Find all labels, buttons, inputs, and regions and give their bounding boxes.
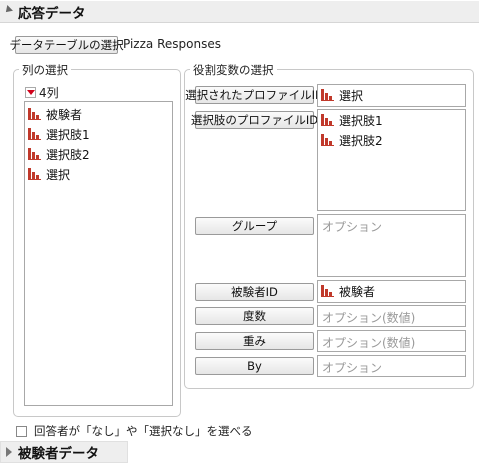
subject-data-header[interactable]: 被験者データ [0,441,128,463]
by-placeholder: オプション [322,361,383,375]
none-option-row[interactable]: 回答者が「なし」や「選択なし」を選べる [16,423,253,439]
weight-button[interactable]: 重み [195,332,314,350]
by-button[interactable]: By [195,357,314,375]
select-columns-label: 列の選択 [19,62,71,78]
list-item[interactable]: 選択 [25,164,172,184]
weight-field[interactable]: オプション(数値) [317,330,466,352]
nominal-bar-chart-icon [28,148,41,160]
by-field[interactable]: オプション [317,355,466,377]
column-count-row: 4列 [25,84,59,101]
chosen-profile-id-field[interactable]: 選択 [317,84,466,107]
select-data-table-button[interactable]: データテーブルの選択 [9,36,124,54]
column-list[interactable]: 被験者 選択肢1 選択肢2 選択 [24,101,173,406]
list-item[interactable]: 選択肢1 [25,124,172,144]
grouping-button[interactable]: グループ [195,217,314,235]
grouping-placeholder: オプション [322,220,383,234]
list-item[interactable]: 被験者 [25,104,172,124]
response-data-title: 応答データ [18,5,86,22]
none-option-label: 回答者が「なし」や「選択なし」を選べる [34,424,253,438]
list-item[interactable]: 選択 [318,85,465,105]
nominal-bar-chart-icon [321,89,334,101]
freq-button[interactable]: 度数 [195,307,314,325]
nominal-bar-chart-icon [321,285,334,297]
subject-id-field[interactable]: 被験者 [317,280,466,303]
chosen-profile-id-button[interactable]: 選択されたプロファイルID [185,86,324,104]
nominal-bar-chart-icon [28,128,41,140]
response-data-header[interactable]: 応答データ [0,1,479,23]
nominal-bar-chart-icon [321,114,334,126]
list-item[interactable]: 選択肢1 [318,110,465,130]
choice-profile-id-button[interactable]: 選択肢のプロファイルID [191,111,318,129]
nominal-bar-chart-icon [28,108,41,120]
list-item[interactable]: 選択肢2 [25,144,172,164]
data-table-name: Pizza Responses [123,37,221,51]
freq-field[interactable]: オプション(数値) [317,305,466,327]
disclosure-closed-icon[interactable] [6,447,12,457]
grouping-field[interactable]: オプション [317,214,466,277]
weight-placeholder: オプション(数値) [322,336,416,350]
nominal-bar-chart-icon [321,134,334,146]
disclosure-open-icon[interactable] [3,5,13,15]
column-count-label: 4列 [39,86,59,100]
nominal-bar-chart-icon [28,168,41,180]
freq-placeholder: オプション(数値) [322,311,416,325]
none-option-checkbox[interactable] [16,425,27,437]
red-triangle-menu-icon[interactable] [25,87,36,98]
subject-id-button[interactable]: 被験者ID [195,283,314,301]
cast-roles-label: 役割変数の選択 [190,62,277,78]
subject-data-title: 被験者データ [18,446,99,462]
choice-profile-id-field[interactable]: 選択肢1 選択肢2 [317,109,466,211]
list-item[interactable]: 選択肢2 [318,130,465,150]
list-item[interactable]: 被験者 [318,281,465,301]
